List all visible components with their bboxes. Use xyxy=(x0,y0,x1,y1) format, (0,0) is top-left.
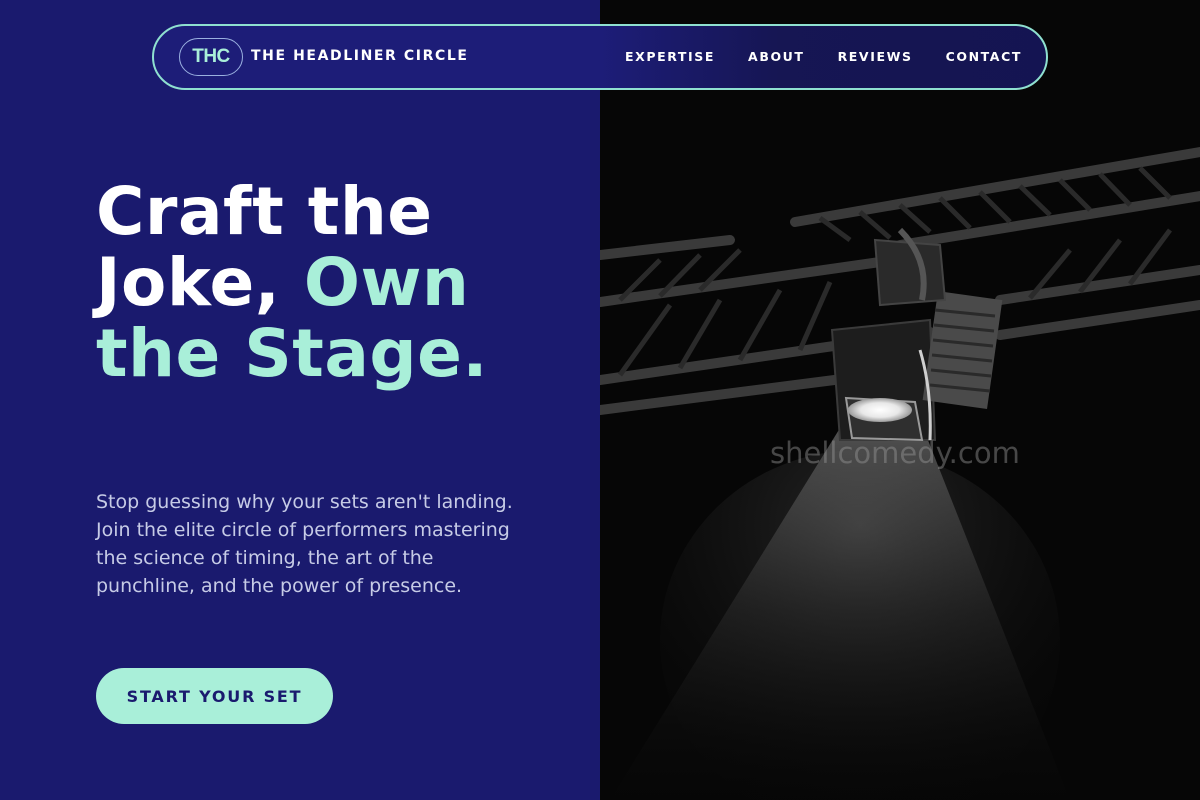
watermark-text: shellcomedy.com xyxy=(770,436,1020,470)
hero-image-spotlight: shellcomedy.com xyxy=(600,0,1200,800)
start-your-set-button[interactable]: START YOUR SET xyxy=(96,668,333,724)
hero-description: Stop guessing why your sets aren't landi… xyxy=(96,491,513,597)
nav-link-reviews[interactable]: REVIEWS xyxy=(838,49,913,64)
nav-links: EXPERTISE ABOUT REVIEWS CONTACT xyxy=(625,49,1022,64)
nav-link-contact[interactable]: CONTACT xyxy=(946,49,1022,64)
spotlight-illustration xyxy=(600,147,1200,800)
hero-left-panel: Craft the Joke, Own the Stage. Stop gues… xyxy=(0,0,600,800)
logo-badge[interactable]: THC xyxy=(179,38,243,76)
landing-page: Craft the Joke, Own the Stage. Stop gues… xyxy=(0,0,1200,800)
brand-name[interactable]: THE HEADLINER CIRCLE xyxy=(251,48,469,64)
top-navbar: THC THE HEADLINER CIRCLE EXPERTISE ABOUT… xyxy=(152,24,1048,90)
nav-link-about[interactable]: ABOUT xyxy=(748,49,805,64)
hero-title: Craft the Joke, Own the Stage. xyxy=(96,176,556,389)
nav-link-expertise[interactable]: EXPERTISE xyxy=(625,49,715,64)
